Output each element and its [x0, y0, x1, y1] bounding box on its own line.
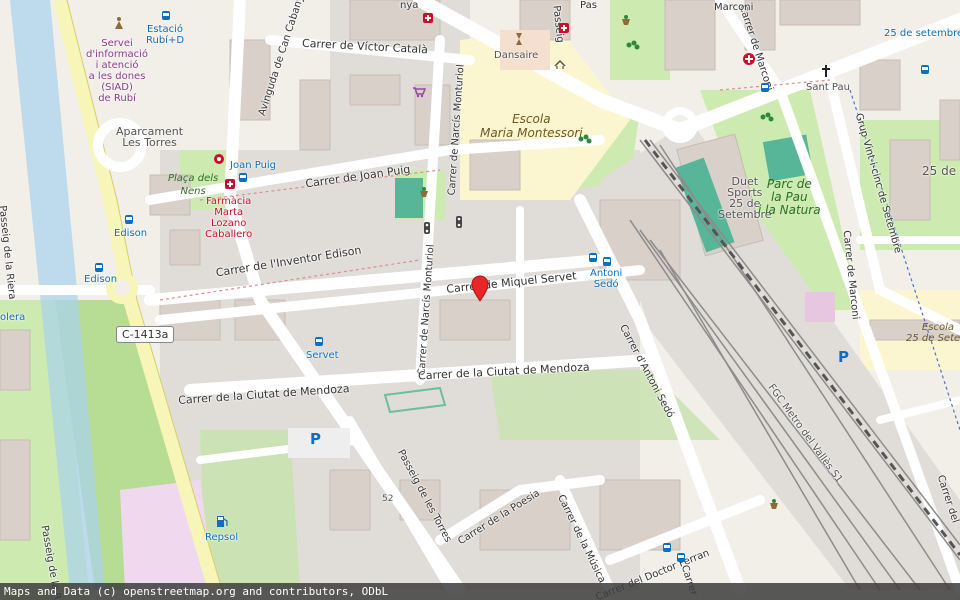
poi-label-placa-nens[interactable]: Plaça dels Nens	[168, 172, 218, 198]
bus-stop-icon[interactable]	[94, 262, 104, 274]
poi-label-repsol[interactable]: Repsol	[205, 532, 238, 543]
location-pin-icon[interactable]	[470, 274, 490, 302]
svg-text:P: P	[310, 430, 321, 446]
poi-label-estacio[interactable]: Estació Rubí+D	[146, 24, 184, 46]
poi-label-olera: olera	[0, 312, 26, 323]
poi-label-setembre-top[interactable]: 25 de setembre	[884, 28, 960, 39]
poi-label-antoni-sedo-stop[interactable]: Antoni Sedó	[590, 268, 622, 290]
traffic-signal-icon	[424, 222, 430, 234]
hospital-icon[interactable]	[742, 52, 756, 66]
playground-icon[interactable]	[212, 152, 226, 166]
bus-stop-icon[interactable]	[920, 64, 930, 76]
poi-label-edison-1[interactable]: Edison	[114, 228, 147, 239]
garden-icon	[420, 187, 428, 197]
poi-label-aparcament[interactable]: Aparcament Les Torres	[116, 126, 183, 148]
map-canvas[interactable]: Carrer de Víctor Català Avinguda de Can …	[0, 0, 960, 600]
poi-label-farmacia[interactable]: Farmàcia Marta Lozano Caballero	[205, 196, 252, 240]
pharmacy-icon[interactable]	[422, 12, 434, 24]
street-label-nya: nya	[400, 0, 419, 11]
parking-icon[interactable]: P	[308, 430, 324, 446]
bus-stop-icon[interactable]	[161, 10, 171, 22]
poi-label-escola-25-setembre[interactable]: Escola 25 de Setem	[906, 322, 960, 344]
address-number-52: 52	[382, 494, 394, 504]
fuel-station-icon[interactable]	[216, 514, 228, 528]
bus-stop-icon[interactable]	[314, 336, 324, 348]
road-number-badge: C-1413a	[116, 326, 175, 343]
bus-stop-icon[interactable]	[124, 214, 134, 226]
poi-label-edison-2[interactable]: Edison	[84, 274, 117, 285]
poi-label-servet-stop[interactable]: Servet	[306, 350, 339, 361]
bus-stop-icon[interactable]	[676, 552, 686, 564]
shopping-cart-icon[interactable]	[412, 86, 426, 98]
poi-label-parc-pau[interactable]: Parc de la Pau i la Natura	[758, 178, 821, 217]
parking-icon[interactable]: P	[836, 348, 852, 364]
poi-label-marconi-top: Marconi	[714, 2, 754, 13]
shelter-icon	[554, 60, 566, 69]
tree-cluster-icon	[626, 40, 640, 50]
pharmacy-icon[interactable]	[558, 22, 570, 34]
tree-cluster-icon	[760, 112, 774, 122]
dance-icon[interactable]	[514, 32, 524, 46]
garden-icon	[622, 15, 630, 25]
poi-label-escola-montessori[interactable]: Escola Maria Montessori	[480, 112, 583, 140]
pharmacy-icon[interactable]	[224, 178, 236, 190]
poi-label-dansaire[interactable]: Dansaire	[494, 50, 538, 61]
bus-stop-icon[interactable]	[602, 256, 612, 268]
bus-stop-icon[interactable]	[238, 172, 248, 184]
poi-label-sant-pau[interactable]: Sant Pau	[806, 82, 850, 93]
bus-stop-icon[interactable]	[662, 542, 672, 554]
information-icon[interactable]	[113, 16, 125, 30]
bus-stop-icon[interactable]	[588, 252, 598, 264]
street-label-pas: Pas	[580, 0, 597, 11]
traffic-signal-icon	[456, 216, 462, 228]
tree-cluster-icon	[578, 134, 592, 144]
poi-label-siad[interactable]: Servei d'informació i atenció a les done…	[86, 38, 148, 104]
church-icon[interactable]	[820, 64, 832, 78]
poi-label-joan-puig-stop[interactable]: Joan Puig	[230, 160, 276, 171]
map-attribution: Maps and Data (c) openstreetmap.org and …	[0, 583, 960, 600]
svg-text:P: P	[838, 348, 849, 364]
poi-label-setembre-mid: 25 de S	[922, 164, 960, 178]
bus-stop-icon[interactable]	[760, 82, 770, 94]
garden-icon	[770, 499, 778, 509]
